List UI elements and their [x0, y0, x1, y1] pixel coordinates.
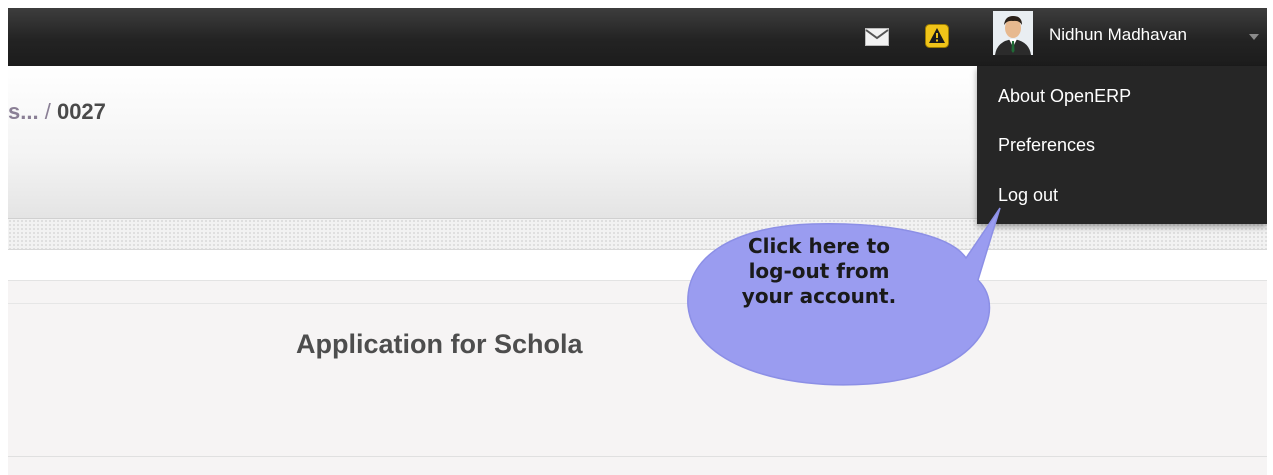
alert-icon[interactable] — [925, 24, 949, 48]
breadcrumb-previous[interactable]: s... — [8, 99, 39, 124]
top-bar: Nidhun Madhavan — [8, 8, 1267, 66]
callout-line: log-out from — [748, 259, 890, 283]
user-name[interactable]: Nidhun Madhavan — [1049, 25, 1187, 45]
breadcrumb-separator: / — [44, 99, 51, 124]
callout-line: your account. — [741, 284, 897, 308]
form-title: Application for Schola — [296, 329, 583, 359]
breadcrumb-current: 0027 — [56, 99, 106, 124]
divider — [8, 456, 1267, 457]
app-window: Nidhun Madhavan s... / 0027 Application … — [8, 8, 1267, 475]
menu-item-preferences[interactable]: Preferences — [998, 135, 1095, 156]
avatar[interactable] — [993, 11, 1033, 55]
callout-text: Click here to log-out from your account. — [696, 234, 942, 309]
callout-line: Click here to — [747, 234, 890, 258]
menu-item-about[interactable]: About OpenERP — [998, 86, 1131, 107]
envelope-icon[interactable] — [865, 28, 889, 46]
caret-down-icon[interactable] — [1248, 33, 1260, 41]
breadcrumb: s... / 0027 — [8, 99, 106, 125]
